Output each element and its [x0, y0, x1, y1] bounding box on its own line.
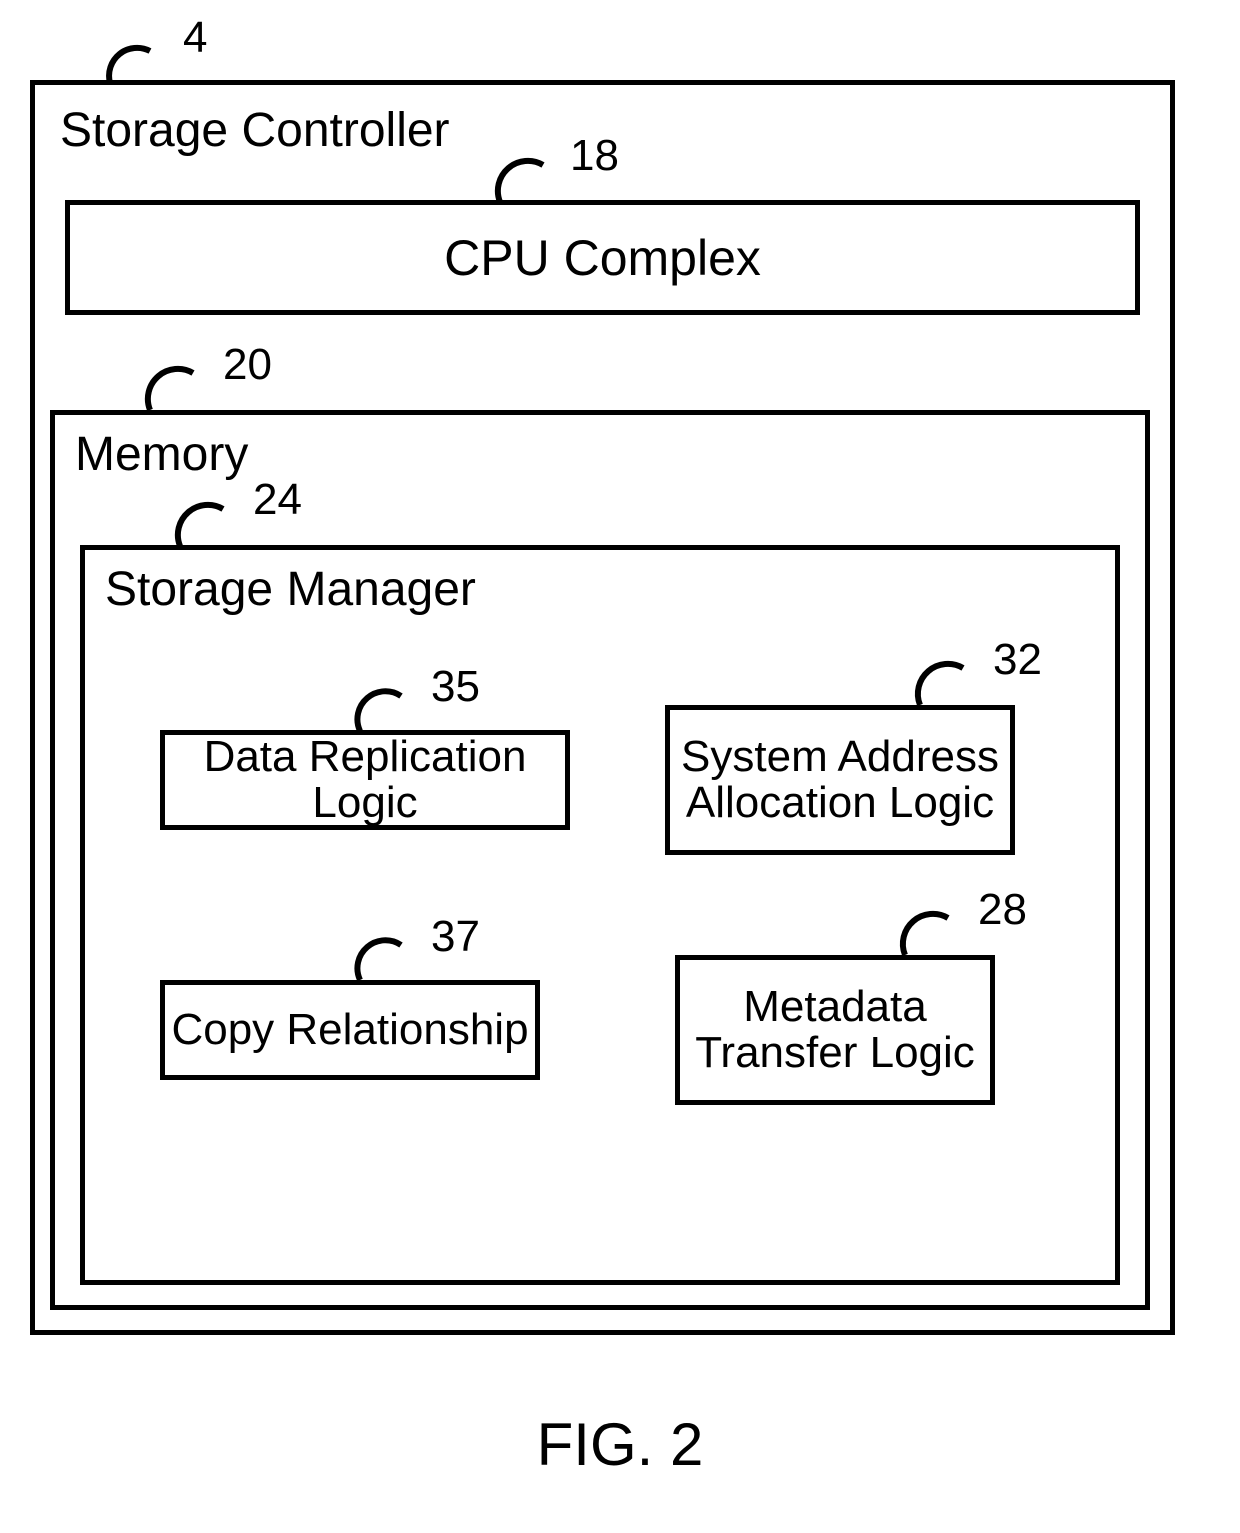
data-replication-logic-chip: Data Replication Logic [160, 730, 570, 830]
ref-cpu: 18 [570, 131, 619, 181]
figure-caption: FIG. 2 [0, 1410, 1240, 1479]
diagram-root: 4 Storage Controller 18 CPU Complex 20 M… [25, 25, 1190, 1345]
cpu-complex-box: CPU Complex [65, 200, 1140, 315]
lead-arc-outer [95, 33, 175, 85]
metadata-transfer-logic-chip: MetadataTransfer Logic [675, 955, 995, 1105]
lead-arc-memory [135, 355, 215, 415]
ref-mt: 28 [978, 885, 1027, 935]
memory-frame: Memory 24 Storage Manager 35 Data Replic… [50, 410, 1150, 1310]
ref-memory: 20 [223, 340, 272, 390]
memory-title: Memory [75, 427, 248, 482]
system-address-allocation-logic-label: System AddressAllocation Logic [681, 734, 999, 826]
storage-manager-title: Storage Manager [105, 562, 476, 617]
ref-cr: 37 [431, 912, 480, 962]
copy-relationship-label: Copy Relationship [171, 1007, 528, 1053]
lead-arc-dr [345, 678, 425, 736]
lead-arc-cpu [485, 147, 565, 207]
ref-mgr: 24 [253, 475, 302, 525]
storage-controller-frame: Storage Controller 18 CPU Complex 20 Mem… [30, 80, 1175, 1335]
metadata-transfer-logic-label: MetadataTransfer Logic [695, 984, 975, 1076]
ref-sa: 32 [993, 635, 1042, 685]
system-address-allocation-logic-chip: System AddressAllocation Logic [665, 705, 1015, 855]
lead-arc-mgr [165, 491, 245, 551]
lead-arc-sa [905, 650, 985, 710]
data-replication-logic-label: Data Replication Logic [165, 734, 565, 826]
cpu-complex-label: CPU Complex [444, 229, 761, 287]
lead-arc-mt [890, 900, 970, 960]
storage-controller-title: Storage Controller [60, 103, 450, 158]
ref-dr: 35 [431, 662, 480, 712]
storage-manager-frame: Storage Manager 35 Data Replication Logi… [80, 545, 1120, 1285]
ref-outer: 4 [183, 13, 207, 63]
lead-arc-cr [345, 927, 425, 985]
copy-relationship-chip: Copy Relationship [160, 980, 540, 1080]
